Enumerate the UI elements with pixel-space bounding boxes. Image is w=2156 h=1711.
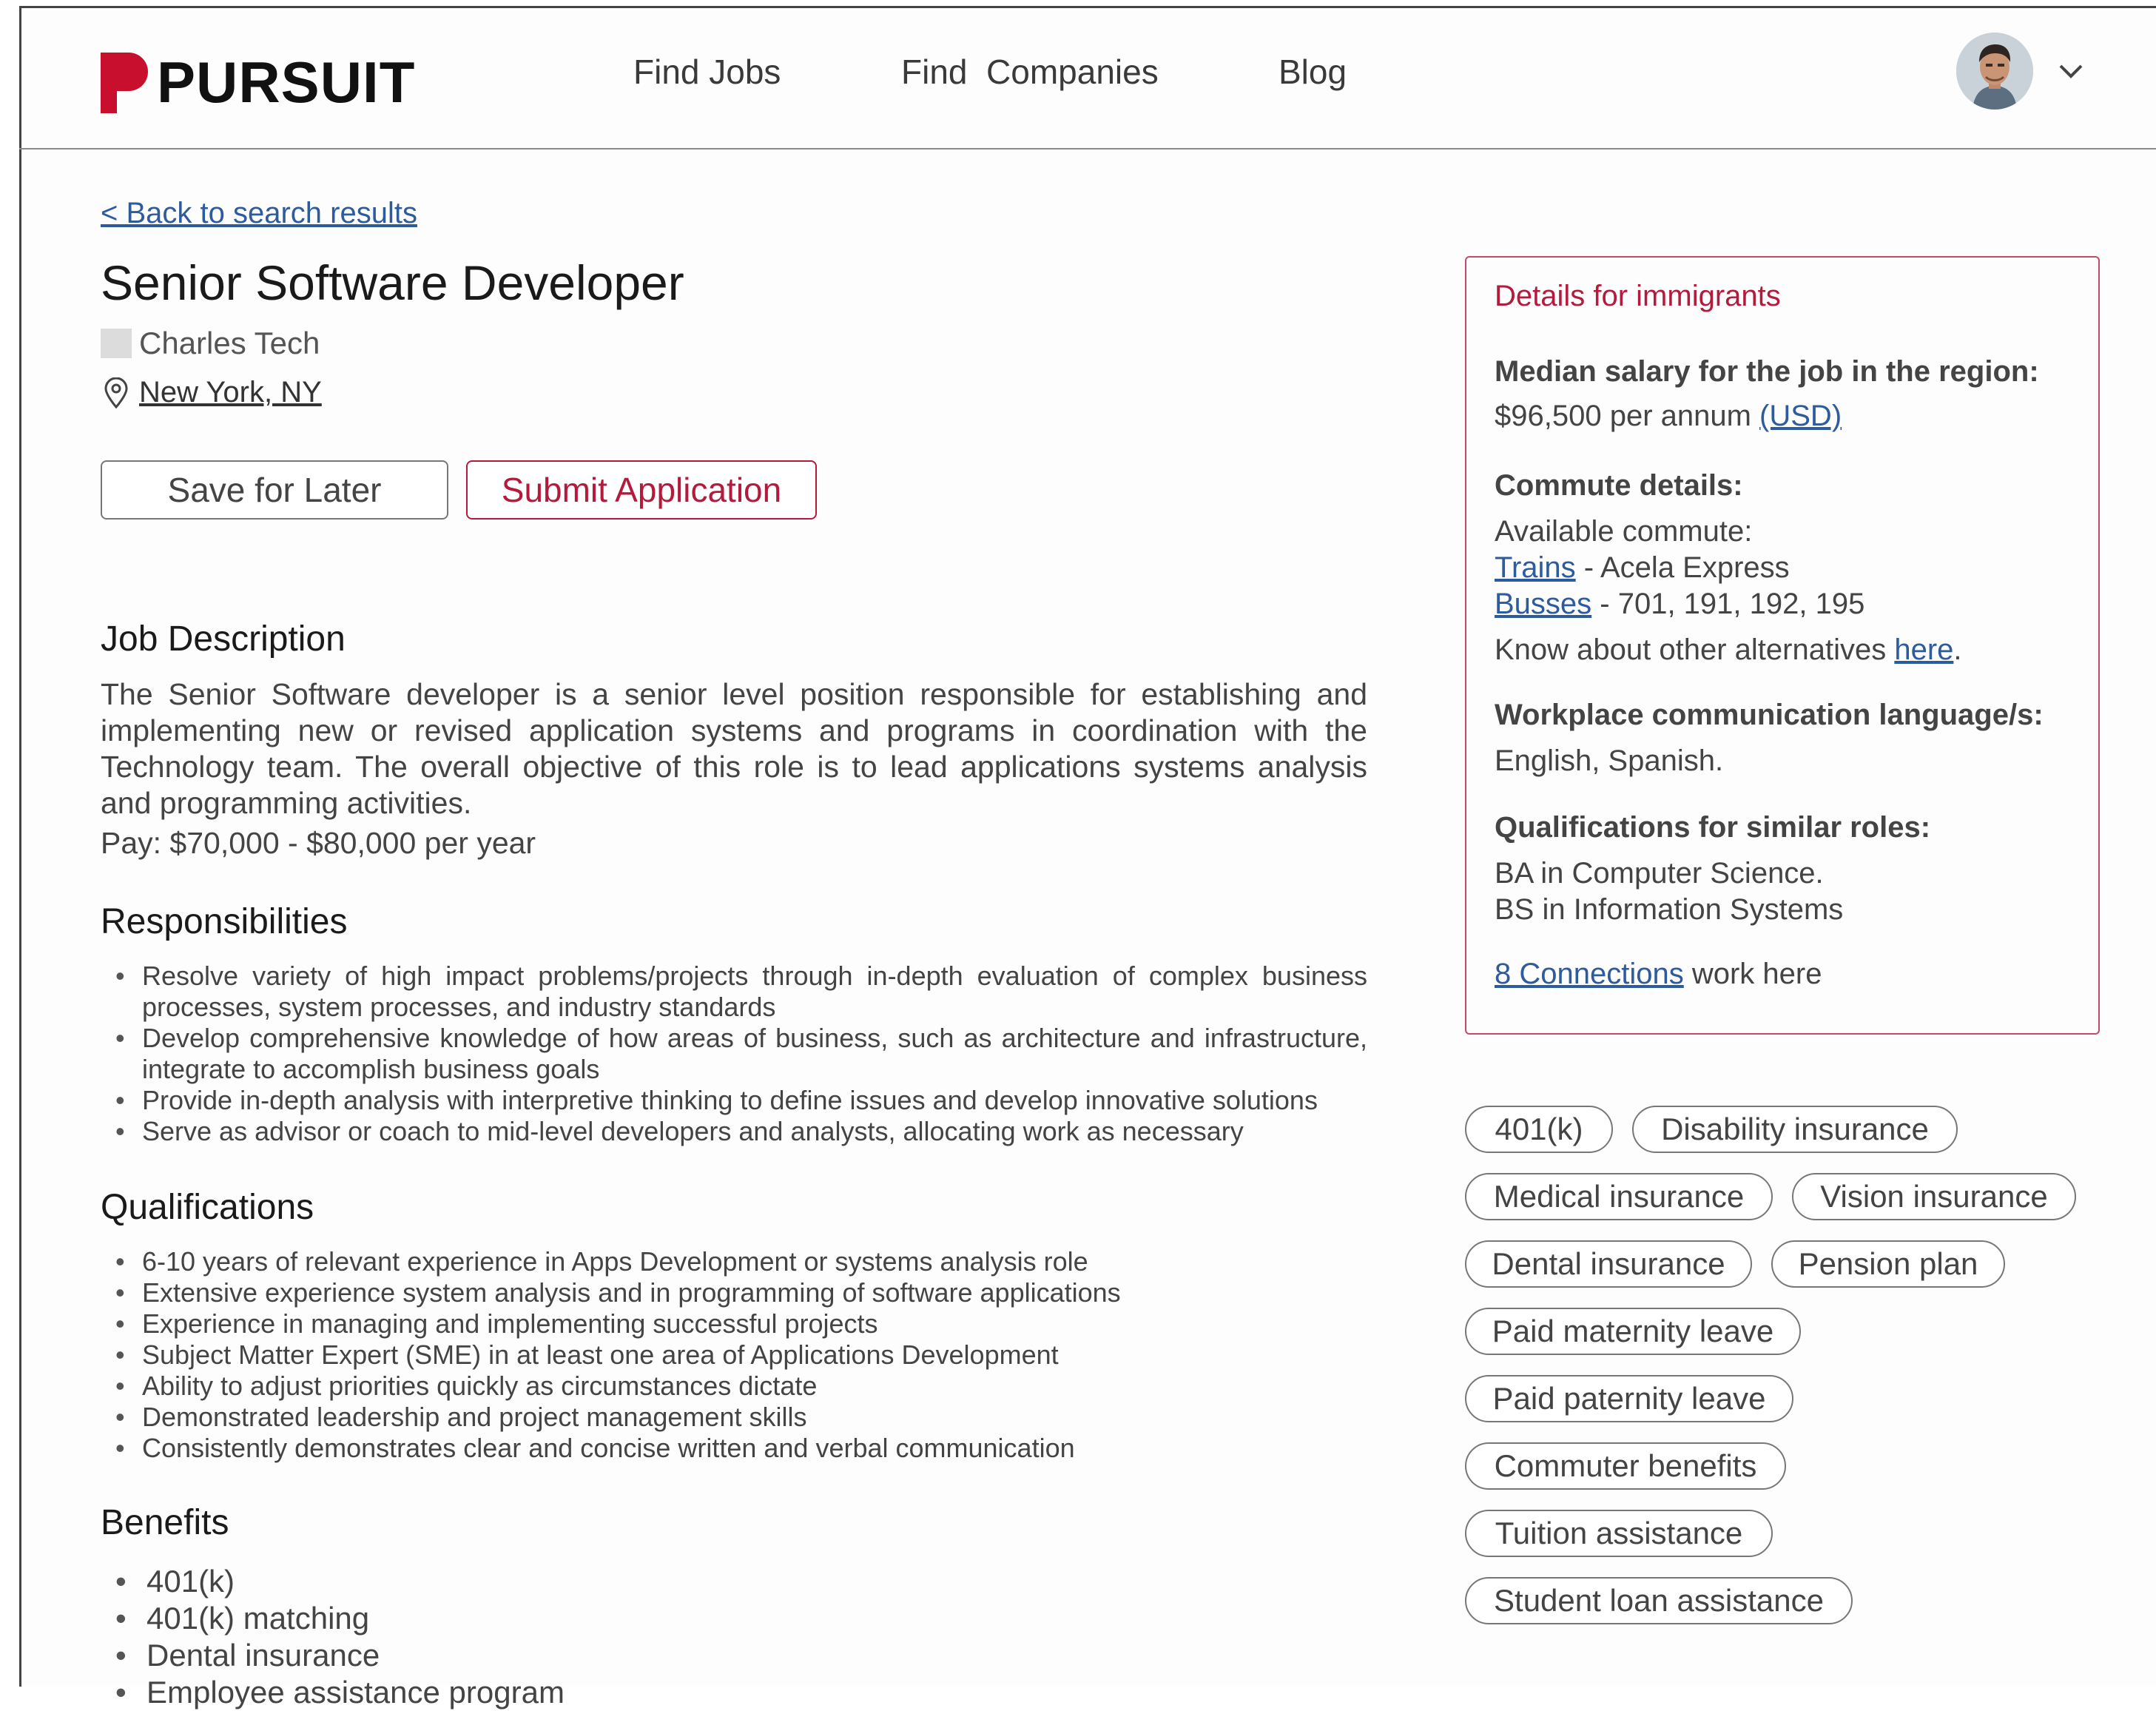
busses-detail: - 701, 191, 192, 195 xyxy=(1591,588,1865,620)
list-item: Dental insurance xyxy=(101,1637,1367,1674)
qualifications-heading: Qualifications xyxy=(101,1188,314,1227)
salary-amount: $96,500 per annum xyxy=(1495,400,1760,432)
salary-value: $96,500 per annum (USD) xyxy=(1495,398,1842,434)
trains-link[interactable]: Trains xyxy=(1495,551,1576,584)
list-item: Ability to adjust priorities quickly as … xyxy=(101,1371,1367,1402)
responsibilities-list: Resolve variety of high impact problems/… xyxy=(101,961,1367,1147)
qualifications-list: 6-10 years of relevant experience in App… xyxy=(101,1246,1367,1464)
connections-link[interactable]: 8 Connections xyxy=(1495,958,1684,990)
job-title: Senior Software Developer xyxy=(101,255,684,310)
chevron-down-icon[interactable] xyxy=(2058,64,2083,80)
salary-label: Median salary for the job in the region: xyxy=(1495,355,2039,388)
alternatives-row: Know about other alternatives here. xyxy=(1495,632,1962,668)
benefit-chip[interactable]: 401(k) xyxy=(1465,1106,1613,1153)
list-item: Employee assistance program xyxy=(101,1674,1367,1711)
company-name: Charles Tech xyxy=(139,326,320,360)
nav-blog[interactable]: Blog xyxy=(1279,52,1347,92)
benefit-chip[interactable]: Disability insurance xyxy=(1632,1106,1958,1153)
nav-find-jobs[interactable]: Find Jobs xyxy=(633,52,781,92)
benefit-chip[interactable]: Pension plan xyxy=(1771,1240,2005,1288)
list-item: Develop comprehensive knowledge of how a… xyxy=(101,1023,1367,1085)
location[interactable]: New York, NY xyxy=(104,376,322,409)
benefits-list: 401(k) 401(k) matching Dental insurance … xyxy=(101,1563,1367,1711)
benefit-chip[interactable]: Commuter benefits xyxy=(1465,1442,1786,1490)
benefit-chip[interactable]: Paid paternity leave xyxy=(1465,1375,1793,1422)
benefit-chip[interactable]: Student loan assistance xyxy=(1465,1577,1853,1624)
connections-row: 8 Connections work here xyxy=(1495,956,1822,992)
benefits-heading: Benefits xyxy=(101,1503,229,1542)
submit-application-button[interactable]: Submit Application xyxy=(466,460,817,520)
location-link[interactable]: New York, NY xyxy=(139,376,322,409)
list-item: Subject Matter Expert (SME) in at least … xyxy=(101,1339,1367,1371)
alternatives-link[interactable]: here xyxy=(1894,633,1953,666)
save-for-later-button[interactable]: Save for Later xyxy=(101,460,448,520)
language-label: Workplace communication language/s: xyxy=(1495,699,2044,731)
similar-qualifications-label: Qualifications for similar roles: xyxy=(1495,811,1931,844)
busses-row: Busses - 701, 191, 192, 195 xyxy=(1495,586,1864,622)
benefit-chip[interactable]: Vision insurance xyxy=(1792,1173,2076,1220)
similar-qualification-2: BS in Information Systems xyxy=(1495,893,1844,926)
list-item: 401(k) xyxy=(101,1563,1367,1600)
similar-qualification-1: BA in Computer Science. xyxy=(1495,857,1824,890)
logo[interactable]: PURSUIT xyxy=(101,49,415,116)
list-item: Resolve variety of high impact problems/… xyxy=(101,961,1367,1023)
immigrant-details-panel: Details for immigrants Median salary for… xyxy=(1465,256,2100,1035)
panel-title: Details for immigrants xyxy=(1495,280,1781,312)
busses-link[interactable]: Busses xyxy=(1495,588,1591,620)
nav-find-companies[interactable]: Find Companies xyxy=(901,52,1159,92)
back-to-results-link[interactable]: < Back to search results xyxy=(101,197,417,230)
responsibilities-heading: Responsibilities xyxy=(101,902,348,941)
alternatives-text: Know about other alternatives xyxy=(1495,633,1895,666)
list-item: Provide in-depth analysis with interpret… xyxy=(101,1085,1367,1116)
list-item: 6-10 years of relevant experience in App… xyxy=(101,1246,1367,1277)
benefit-chip[interactable]: Tuition assistance xyxy=(1465,1510,1773,1557)
logo-text: PURSUIT xyxy=(157,50,416,115)
trains-detail: - Acela Express xyxy=(1575,551,1790,584)
list-item: Consistently demonstrates clear and conc… xyxy=(101,1433,1367,1464)
list-item: Experience in managing and implementing … xyxy=(101,1308,1367,1339)
language-value: English, Spanish. xyxy=(1495,744,1724,777)
list-item: Extensive experience system analysis and… xyxy=(101,1277,1367,1308)
list-item: 401(k) matching xyxy=(101,1600,1367,1637)
list-item: Serve as advisor or coach to mid-level d… xyxy=(101,1116,1367,1147)
job-description-text: The Senior Software developer is a senio… xyxy=(101,677,1367,820)
job-description-heading: Job Description xyxy=(101,619,346,659)
benefit-chip[interactable]: Paid maternity leave xyxy=(1465,1308,1801,1355)
avatar[interactable] xyxy=(1956,33,2033,110)
company[interactable]: Charles Tech xyxy=(101,326,320,361)
list-item: Demonstrated leadership and project mana… xyxy=(101,1402,1367,1433)
commute-available: Available commute: xyxy=(1495,515,1753,548)
benefit-chip[interactable]: Medical insurance xyxy=(1465,1173,1773,1220)
commute-label: Commute details: xyxy=(1495,469,1743,502)
pay-range: Pay: $70,000 - $80,000 per year xyxy=(101,826,536,860)
trains-row: Trains - Acela Express xyxy=(1495,550,1790,586)
logo-p-icon xyxy=(101,52,148,113)
user-avatar-icon xyxy=(1956,33,2033,110)
company-logo-placeholder xyxy=(101,329,132,358)
location-pin-icon xyxy=(104,377,128,409)
benefit-chip[interactable]: Dental insurance xyxy=(1465,1240,1752,1288)
connections-text: work here xyxy=(1683,958,1822,990)
alternatives-end: . xyxy=(1953,633,1962,666)
currency-link[interactable]: (USD) xyxy=(1759,400,1842,432)
